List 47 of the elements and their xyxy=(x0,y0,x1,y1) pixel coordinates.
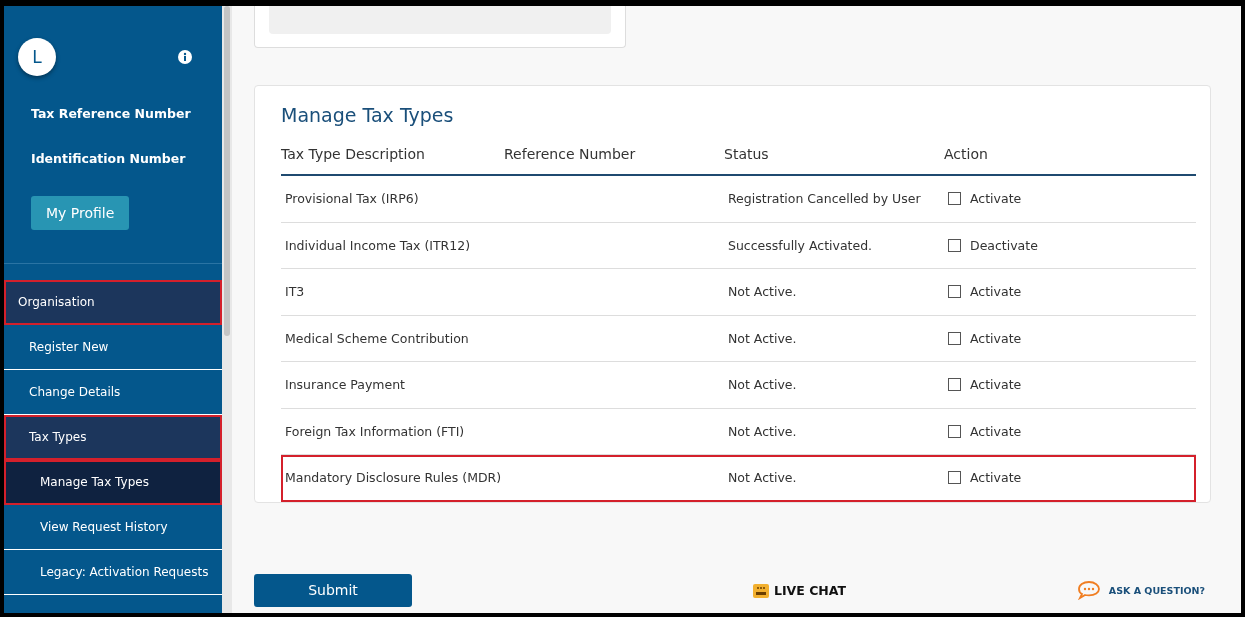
table-cell-text: Registration Cancelled by User xyxy=(727,191,922,207)
checkbox[interactable] xyxy=(948,471,961,485)
checkbox-label[interactable]: Activate xyxy=(944,377,1196,393)
checkbox-label[interactable]: Activate xyxy=(944,284,1196,300)
checkbox-label[interactable]: Activate xyxy=(944,191,1196,207)
column-header: Status xyxy=(724,146,770,162)
info-icon[interactable] xyxy=(178,50,192,64)
chat-badge-icon xyxy=(752,581,770,599)
checkbox[interactable] xyxy=(948,238,961,252)
speech-bubble-icon xyxy=(1076,580,1101,600)
live-chat-link[interactable]: LIVE CHAT xyxy=(752,581,847,599)
column-header: Reference Number xyxy=(504,146,637,162)
submit-button[interactable]: Submit xyxy=(254,573,412,607)
table-cell-text: Not Active. xyxy=(727,423,798,439)
checkbox-label[interactable]: Deactivate xyxy=(944,237,1196,253)
nav-item[interactable]: Manage Tax Types xyxy=(4,460,222,505)
nav-item[interactable]: Organisation xyxy=(4,280,222,325)
card-title: Manage Tax Types xyxy=(281,104,455,126)
checkbox[interactable] xyxy=(948,378,961,392)
checkbox-label[interactable]: Activate xyxy=(944,330,1196,346)
input-field[interactable] xyxy=(269,6,611,34)
table-cell-text: Not Active. xyxy=(727,284,798,300)
checkbox-label[interactable]: Activate xyxy=(944,470,1196,486)
checkbox[interactable] xyxy=(948,192,961,206)
table-cell-text: Individual Income Tax (ITR12) xyxy=(284,237,472,253)
checkbox-label[interactable]: Activate xyxy=(944,423,1196,439)
field-label: Identification Number xyxy=(30,151,187,166)
nav-item[interactable]: Tax Types xyxy=(4,415,222,460)
checkbox[interactable] xyxy=(948,424,961,438)
checkbox[interactable] xyxy=(948,331,961,345)
checkbox[interactable] xyxy=(948,285,961,299)
table-cell-text: Mandatory Disclosure Rules (MDR) xyxy=(284,470,503,486)
table-cell-text: IT3 xyxy=(284,284,306,300)
table-cell-text: Successfully Activated. xyxy=(727,237,874,253)
table-cell-text: Not Active. xyxy=(727,470,798,486)
column-header: Action xyxy=(944,146,989,162)
table-cell-text: Foreign Tax Information (FTI) xyxy=(284,423,466,439)
scrollbar-thumb[interactable] xyxy=(224,6,230,336)
table-cell-text: Medical Scheme Contribution xyxy=(284,330,470,346)
table-cell-text: Insurance Payment xyxy=(284,377,407,393)
table-cell-text: Not Active. xyxy=(727,377,798,393)
table-cell-text: Not Active. xyxy=(727,330,798,346)
column-header: Tax Type Description xyxy=(281,146,426,162)
field-label: Tax Reference Number xyxy=(30,106,192,121)
table-cell-text: Provisional Tax (IRP6) xyxy=(284,191,420,207)
avatar: L xyxy=(18,38,56,76)
ask-question-link[interactable]: ASK A QUESTION? xyxy=(1076,580,1205,600)
